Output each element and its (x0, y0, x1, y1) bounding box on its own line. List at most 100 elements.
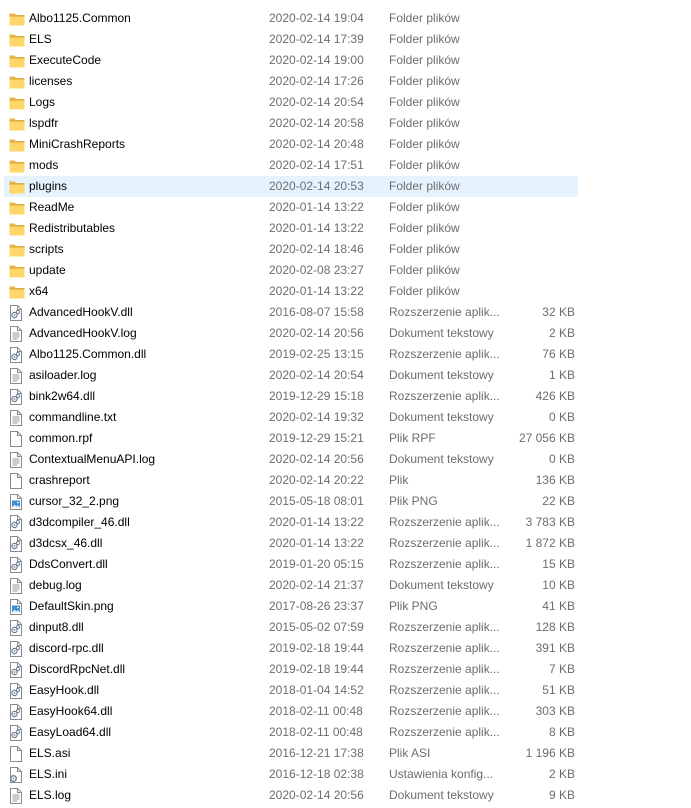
file-row[interactable]: x64 2020-01-14 13:22 Folder plików (4, 281, 578, 302)
file-type: Folder plików (389, 32, 460, 46)
file-type: Rozszerzenie aplik... (389, 515, 500, 529)
file-name: scripts (29, 242, 64, 256)
file-size: 41 KB (542, 599, 575, 613)
file-name: ELS.asi (29, 746, 71, 760)
file-name: Redistributables (29, 221, 116, 235)
file-type: Rozszerzenie aplik... (389, 347, 500, 361)
file-size: 10 KB (542, 578, 575, 592)
file-icon (9, 746, 23, 762)
file-date: 2020-02-14 19:32 (269, 410, 364, 424)
file-name: licenses (29, 74, 73, 88)
file-row[interactable]: crashreport 2020-02-14 20:22 Plik 136 KB (4, 470, 578, 491)
file-row[interactable]: ELS.log 2020-02-14 20:56 Dokument tekstowy… (4, 785, 578, 806)
file-row[interactable]: d3dcompiler_46.dll 2020-01-14 13:22 Rozsze… (4, 512, 578, 533)
file-name: ExecuteCode (29, 53, 102, 67)
file-row[interactable]: ELS.ini 2016-12-18 02:38 Ustawienia konfig… (4, 764, 578, 785)
file-size: 27 056 KB (518, 431, 575, 445)
file-row[interactable]: d3dcsx_46.dll 2020-01-14 13:22 Rozszerzeni… (4, 533, 578, 554)
file-row[interactable]: common.rpf 2019-12-29 15:21 Plik RPF 27 056… (4, 428, 578, 449)
file-size: 3 783 KB (525, 515, 575, 529)
file-row[interactable]: Albo1125.Common 2020-02-14 19:04 Folder pl… (4, 8, 578, 29)
file-name: asiloader.log (29, 368, 97, 382)
file-row[interactable]: plugins 2020-02-14 20:53 Folder plików (4, 176, 578, 197)
image-file-icon (9, 494, 23, 510)
file-row[interactable]: ELS.asi 2016-12-21 17:38 Plik ASI 1 196 KB (4, 743, 578, 764)
file-size (505, 177, 575, 196)
file-date: 2020-02-14 17:39 (269, 32, 364, 46)
folder-icon (9, 96, 25, 112)
file-row[interactable]: debug.log 2020-02-14 21:37 Dokument teksto… (4, 575, 578, 596)
file-row[interactable]: bink2w64.dll 2019-12-29 15:18 Rozszerzenie… (4, 386, 578, 407)
file-size: 7 KB (548, 662, 575, 676)
file-size: 2 KB (548, 767, 575, 781)
text-file-icon (9, 368, 23, 384)
file-row[interactable]: licenses 2020-02-14 17:26 Folder plików (4, 71, 578, 92)
file-row[interactable]: DdsConvert.dll 2019-01-20 05:15 Rozszerzen… (4, 554, 578, 575)
file-row[interactable]: DefaultSkin.png 2017-08-26 23:37 Plik PNG 4… (4, 596, 578, 617)
file-row[interactable]: cursor_32_2.png 2015-05-18 08:01 Plik PNG 2… (4, 491, 578, 512)
dll-file-icon (9, 515, 23, 531)
dll-file-icon (9, 662, 23, 678)
file-size: 0 KB (548, 410, 575, 424)
file-row[interactable]: lspdfr 2020-02-14 20:58 Folder plików (4, 113, 578, 134)
file-date: 2017-08-26 23:37 (269, 599, 364, 613)
file-row[interactable]: ReadMe 2020-01-14 13:22 Folder plików (4, 197, 578, 218)
file-type: Rozszerzenie aplik... (389, 683, 500, 697)
file-type: Dokument tekstowy (389, 410, 494, 424)
file-size: 51 KB (542, 683, 575, 697)
file-row[interactable]: scripts 2020-02-14 18:46 Folder plików (4, 239, 578, 260)
file-name: ReadMe (29, 200, 75, 214)
file-row[interactable]: EasyHook.dll 2018-01-04 14:52 Rozszerzenie… (4, 680, 578, 701)
file-type: Plik ASI (389, 746, 431, 760)
file-name: AdvancedHookV.log (29, 326, 137, 340)
file-row[interactable]: AdvancedHookV.dll 2016-08-07 15:58 Rozszer… (4, 302, 578, 323)
text-file-icon (9, 788, 23, 804)
file-row[interactable]: Albo1125.Common.dll 2019-02-25 13:15 Rozsz… (4, 344, 578, 365)
file-type: Folder plików (389, 179, 460, 193)
file-type: Folder plików (389, 263, 460, 277)
file-name: DdsConvert.dll (29, 557, 108, 571)
file-date: 2020-01-14 13:22 (269, 536, 364, 550)
dll-file-icon (9, 557, 23, 573)
file-type: Folder plików (389, 137, 460, 151)
file-date: 2018-02-11 00:48 (269, 704, 363, 718)
file-row[interactable]: asiloader.log 2020-02-14 20:54 Dokument te… (4, 365, 578, 386)
file-date: 2020-02-14 21:37 (269, 578, 364, 592)
file-date: 2020-02-14 17:51 (269, 158, 364, 172)
file-row[interactable]: Logs 2020-02-14 20:54 Folder plików (4, 92, 578, 113)
file-row[interactable]: ExecuteCode 2020-02-14 19:00 Folder plików (4, 50, 578, 71)
file-size (505, 135, 575, 154)
file-date: 2019-12-29 15:21 (269, 431, 364, 445)
file-type: Plik RPF (389, 431, 436, 445)
file-row[interactable]: Redistributables 2020-01-14 13:22 Folder p… (4, 218, 578, 239)
file-row[interactable]: EasyHook64.dll 2018-02-11 00:48 Rozszerzen… (4, 701, 578, 722)
file-name: DiscordRpcNet.dll (29, 662, 126, 676)
file-row[interactable]: DiscordRpcNet.dll 2019-02-18 19:44 Rozszer… (4, 659, 578, 680)
file-row[interactable]: ELS 2020-02-14 17:39 Folder plików (4, 29, 578, 50)
file-row[interactable]: commandline.txt 2020-02-14 19:32 Dokument … (4, 407, 578, 428)
file-row[interactable]: EasyLoad64.dll 2018-02-11 00:48 Rozszerzen… (4, 722, 578, 743)
file-row[interactable]: mods 2020-02-14 17:51 Folder plików (4, 155, 578, 176)
file-date: 2020-01-14 13:22 (269, 284, 364, 298)
file-name: bink2w64.dll (29, 389, 96, 403)
file-type: Ustawienia konfig... (389, 767, 494, 781)
file-icon (9, 473, 23, 489)
file-row[interactable]: dinput8.dll 2015-05-02 07:59 Rozszerzenie … (4, 617, 578, 638)
file-row[interactable]: MiniCrashReports 2020-02-14 20:48 Folder p… (4, 134, 578, 155)
file-date: 2015-05-02 07:59 (269, 620, 364, 634)
file-name: x64 (29, 284, 49, 298)
file-row[interactable]: AdvancedHookV.log 2020-02-14 20:56 Dokumen… (4, 323, 578, 344)
file-size: 0 KB (548, 452, 575, 466)
text-file-icon (9, 578, 23, 594)
file-name: mods (29, 158, 59, 172)
file-date: 2019-02-18 19:44 (269, 641, 364, 655)
file-row[interactable]: update 2020-02-08 23:27 Folder plików (4, 260, 578, 281)
folder-icon (9, 264, 25, 280)
file-row[interactable]: ContextualMenuAPI.log 2020-02-14 20:56 Dok… (4, 449, 578, 470)
file-type: Plik PNG (389, 494, 438, 508)
file-type: Rozszerzenie aplik... (389, 620, 500, 634)
file-name: cursor_32_2.png (29, 494, 120, 508)
dll-file-icon (9, 389, 23, 405)
file-name: ELS.log (29, 788, 72, 802)
file-row[interactable]: discord-rpc.dll 2019-02-18 19:44 Rozszerze… (4, 638, 578, 659)
